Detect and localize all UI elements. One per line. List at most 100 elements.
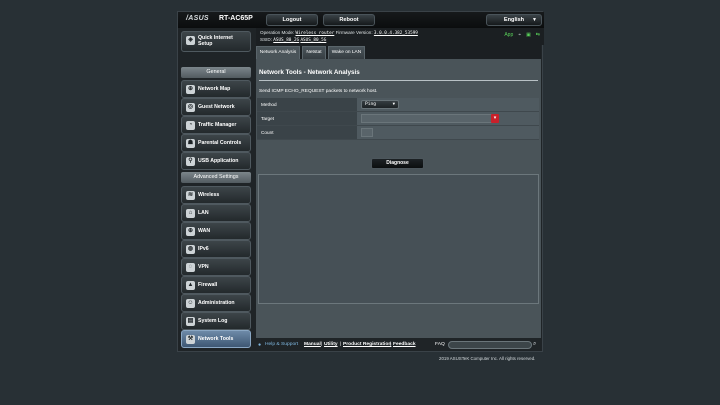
tab-netstat[interactable]: Netstat: [302, 46, 326, 59]
operation-mode-line: Operation Mode: Wireless router Firmware…: [260, 30, 418, 36]
help-icon: ●: [258, 342, 262, 348]
network-status-icon[interactable]: ⇆: [536, 32, 540, 38]
firewall-icon: ▲: [186, 281, 195, 290]
sidebar-item-label: Wireless: [198, 192, 220, 198]
manual-link[interactable]: Manual: [304, 342, 321, 347]
sidebar-item-label: Administration: [198, 300, 235, 306]
status-icons: App ⌖ ▣ ⇆: [504, 32, 540, 38]
count-label: Count: [257, 126, 357, 139]
sidebar-item-wireless[interactable]: ≋ Wireless: [181, 186, 251, 204]
main-panel: Network Analysis Netstat Wake on LAN Net…: [256, 45, 541, 338]
sidebar-item-ipv6[interactable]: ◍ IPv6: [181, 240, 251, 258]
app-link[interactable]: App: [504, 32, 513, 38]
firmware-link[interactable]: 3.0.0.4.382_53599: [374, 31, 418, 36]
count-input[interactable]: [361, 128, 373, 137]
op-mode-label: Operation Mode:: [260, 30, 295, 35]
help-support-label: Help & Support: [265, 342, 299, 347]
tab-bar: Network Analysis Netstat Wake on LAN: [256, 45, 541, 59]
sidebar-item-label: Guest Network: [198, 104, 235, 110]
method-row: Method Ping ▼: [257, 98, 539, 112]
output-textarea[interactable]: [258, 174, 539, 304]
sidebar-item-lan[interactable]: ⌂ LAN: [181, 204, 251, 222]
sidebar-item-quick-internet-setup[interactable]: ◈ Quick Internet Setup: [181, 31, 251, 52]
sidebar-item-guest-network[interactable]: ◎ Guest Network: [181, 98, 251, 116]
product-registration-link[interactable]: Product Registration: [343, 342, 391, 347]
search-icon[interactable]: ⌕: [533, 341, 536, 348]
status-bar: Operation Mode: Wireless router Firmware…: [256, 28, 544, 45]
sidebar-item-label: IPv6: [198, 246, 209, 252]
ipv6-icon: ◍: [186, 245, 195, 254]
target-label: Target: [257, 112, 357, 125]
sidebar-item-parental-controls[interactable]: ☗ Parental Controls: [181, 134, 251, 152]
sidebar-item-label: USB Application: [198, 158, 239, 164]
sidebar-item-label: WAN: [198, 228, 211, 234]
network-map-icon: ⊕: [186, 85, 195, 94]
sidebar-item-network-map[interactable]: ⊕ Network Map: [181, 80, 251, 98]
model-name: RT-AC65P: [219, 15, 253, 22]
sidebar-item-label: Network Map: [198, 86, 231, 92]
wireless-icon: ≋: [186, 191, 195, 200]
language-value: English: [503, 17, 525, 23]
method-select[interactable]: Ping ▼: [361, 100, 399, 109]
title-divider: [259, 80, 538, 81]
language-select[interactable]: English ▼: [486, 14, 542, 26]
vpn-icon: ◌: [186, 263, 195, 272]
sidebar-item-usb-application[interactable]: ⚲ USB Application: [181, 152, 251, 170]
usb-status-icon[interactable]: ⌖: [518, 32, 521, 38]
lan-icon: ⌂: [186, 209, 195, 218]
utility-link[interactable]: Utility: [324, 342, 338, 347]
sidebar-item-label: System Log: [198, 318, 228, 324]
usb-icon: ⚲: [186, 157, 195, 166]
quick-setup-icon: ◈: [186, 36, 195, 45]
logout-button[interactable]: Logout: [266, 14, 318, 26]
asus-logo: /ASUS: [186, 15, 209, 22]
sidebar-item-label: Parental Controls: [198, 140, 242, 146]
sidebar-item-label: Network Tools: [198, 336, 234, 342]
ssid-2g-link[interactable]: ASUS_80_2G: [273, 38, 299, 43]
method-value: Ping: [365, 102, 377, 107]
target-dropdown-icon[interactable]: ▾: [491, 114, 499, 123]
analysis-form: Method Ping ▼ Target ▾ Count: [257, 98, 539, 140]
ssid-5g-link[interactable]: ASUS_80_5G: [300, 38, 326, 43]
faq-label: FAQ: [435, 342, 445, 347]
feedback-link[interactable]: Feedback: [393, 342, 416, 347]
diagnose-button[interactable]: Diagnose: [371, 158, 424, 169]
sidebar-item-label: Firewall: [198, 282, 218, 288]
target-row: Target ▾: [257, 112, 539, 126]
reboot-button[interactable]: Reboot: [323, 14, 375, 26]
ssid-line: SSID: ASUS_80_2G ASUS_80_5G: [260, 37, 326, 43]
tab-network-analysis[interactable]: Network Analysis: [256, 46, 300, 59]
sidebar-item-traffic-manager[interactable]: ◔ Traffic Manager: [181, 116, 251, 134]
sidebar-item-network-tools[interactable]: ⚒ Network Tools: [181, 330, 251, 348]
sidebar-item-vpn[interactable]: ◌ VPN: [181, 258, 251, 276]
sidebar-item-wan[interactable]: ⊕ WAN: [181, 222, 251, 240]
op-mode-link[interactable]: Wireless router: [296, 31, 335, 36]
top-bar: /ASUS RT-AC65P Logout Reboot English ▼: [178, 12, 544, 28]
traffic-manager-icon: ◔: [186, 121, 195, 130]
separator: |: [340, 342, 342, 347]
separator: |: [321, 342, 323, 347]
target-input[interactable]: [361, 114, 493, 123]
firmware-label: Firmware Version:: [335, 30, 373, 35]
sidebar-item-label: Quick Internet Setup: [198, 35, 233, 47]
faq-search-input[interactable]: [448, 341, 532, 349]
tab-wake-on-lan[interactable]: Wake on LAN: [328, 46, 365, 59]
copyright: 2019 ASUSTeK Computer Inc. All rights re…: [439, 356, 536, 361]
count-row: Count: [257, 126, 539, 140]
wan-icon: ⊕: [186, 227, 195, 236]
chevron-down-icon: ▼: [532, 17, 537, 23]
sidebar-item-firewall[interactable]: ▲ Firewall: [181, 276, 251, 294]
ssid-label: SSID:: [260, 37, 272, 42]
separator: |: [390, 342, 392, 347]
sidebar-item-administration[interactable]: ☺ Administration: [181, 294, 251, 312]
guest-status-icon[interactable]: ▣: [526, 32, 531, 38]
chevron-down-icon: ▼: [392, 101, 395, 106]
network-tools-icon: ⚒: [186, 335, 195, 344]
sidebar-item-system-log[interactable]: ▤ System Log: [181, 312, 251, 330]
system-log-icon: ▤: [186, 317, 195, 326]
page-description: Send ICMP ECHO_REQUEST packets to networ…: [259, 89, 378, 94]
administration-icon: ☺: [186, 299, 195, 308]
sidebar-item-label: Traffic Manager: [198, 122, 237, 128]
sidebar-item-label: LAN: [198, 210, 209, 216]
sidebar-item-label: VPN: [198, 264, 209, 270]
